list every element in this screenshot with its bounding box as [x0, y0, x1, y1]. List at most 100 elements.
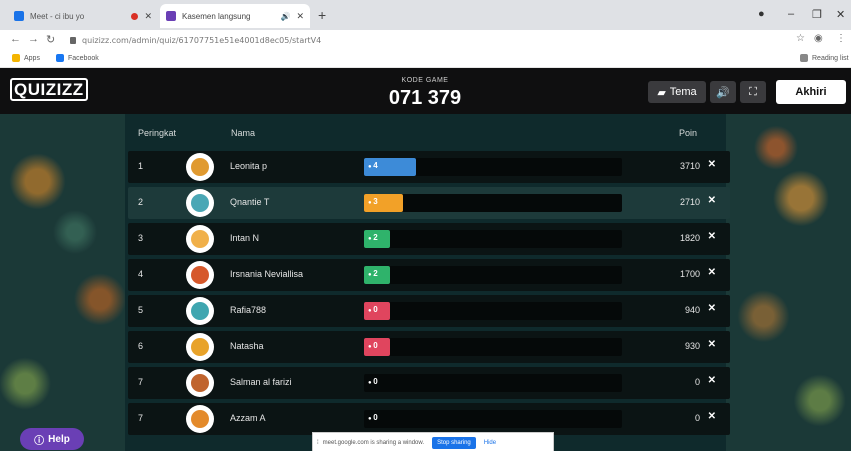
progress-track: ● 2: [364, 266, 622, 284]
bookmark-label: Facebook: [68, 54, 99, 62]
theme-icon: ▰: [657, 86, 666, 99]
avatar: [186, 189, 214, 217]
leaderboard-row: 5 Rafia788 ● 0 940 ✕: [128, 295, 730, 327]
forward-icon[interactable]: →: [28, 33, 39, 45]
remove-player-icon[interactable]: ✕: [708, 231, 716, 242]
close-window-button[interactable]: ✕: [836, 8, 845, 21]
correct-count: ● 2: [368, 269, 378, 278]
decorative-background-right: [726, 114, 851, 451]
speaker-icon[interactable]: 🔊: [280, 12, 290, 21]
fullscreen-button[interactable]: ⛶: [740, 81, 766, 103]
correct-count: ● 4: [368, 161, 378, 170]
lock-icon: [70, 36, 76, 44]
recording-icon: [131, 12, 139, 20]
column-header-points: Poin: [679, 128, 698, 138]
correct-value: 4: [373, 161, 378, 170]
stop-sharing-button[interactable]: Stop sharing: [432, 437, 476, 449]
rank-value: 2: [138, 197, 144, 207]
column-header-rank: Peringkat: [138, 128, 177, 138]
progress-track: ● 0: [364, 302, 622, 320]
player-name: Salman al farizi: [230, 377, 292, 387]
url-field[interactable]: quizizz.com/admin/quiz/61707751e51e4001d…: [70, 33, 770, 47]
quizizz-header: QUIZIZZ KODE GAME 071 379 ▰ Tema 🔊 ⛶ Akh…: [0, 68, 851, 114]
help-icon: ⓘ: [34, 435, 45, 447]
screen-share-bar: ⁞ meet.google.com is sharing a window. S…: [312, 432, 554, 451]
apps-icon: [12, 54, 20, 62]
menu-icon[interactable]: ⋮: [836, 33, 846, 44]
profile-icon[interactable]: ●: [758, 8, 765, 20]
player-name: Rafia788: [230, 305, 267, 315]
avatar: [186, 333, 214, 361]
remove-player-icon[interactable]: ✕: [708, 159, 716, 170]
progress-track: ● 0: [364, 410, 622, 428]
rank-value: 7: [138, 377, 144, 387]
bookmark-facebook[interactable]: Facebook: [56, 54, 99, 62]
bookmarks-bar: Apps Facebook Reading list: [0, 50, 851, 68]
leaderboard-row: 3 Intan N ● 2 1820 ✕: [128, 223, 730, 255]
share-grip-icon: ⁞: [317, 440, 319, 446]
progress-track: ● 3: [364, 194, 622, 212]
theme-button[interactable]: ▰ Tema: [648, 81, 706, 103]
remove-player-icon[interactable]: ✕: [708, 339, 716, 350]
correct-value: 0: [373, 341, 378, 350]
avatar-image: [191, 266, 209, 284]
points-value: 1820: [679, 233, 700, 243]
avatar: [186, 153, 214, 181]
game-code-value: 071 379: [388, 87, 462, 109]
avatar: [186, 261, 214, 289]
minimize-button[interactable]: –: [788, 8, 794, 20]
quizizz-logo: QUIZIZZ: [10, 78, 88, 101]
remove-player-icon[interactable]: ✕: [708, 411, 716, 422]
correct-value: 2: [373, 233, 378, 242]
correct-value: 2: [373, 269, 378, 278]
back-icon[interactable]: ←: [10, 33, 21, 45]
reload-icon[interactable]: ↻: [46, 33, 55, 46]
remove-player-icon[interactable]: ✕: [708, 303, 716, 314]
hide-share-bar-button[interactable]: Hide: [484, 440, 496, 446]
progress-track: ● 2: [364, 230, 622, 248]
game-code-label: KODE GAME: [401, 77, 449, 84]
reading-list-label: Reading list: [812, 54, 849, 62]
browser-tab-bar: Meet - ci ibu yo ✕ Kasemen langsung 🔊 ✕ …: [0, 0, 851, 30]
end-game-button[interactable]: Akhiri: [776, 80, 846, 104]
avatar-image: [191, 338, 209, 356]
help-button[interactable]: ⓘ Help: [20, 428, 84, 450]
theme-label: Tema: [669, 86, 697, 98]
column-header-name: Nama: [231, 128, 256, 138]
player-name: Qnantie T: [230, 197, 270, 207]
progress-track: ● 0: [364, 338, 622, 356]
player-name: Azzam A: [230, 413, 266, 423]
avatar-image: [191, 158, 209, 176]
meet-favicon-icon: [14, 11, 24, 21]
avatar-image: [191, 194, 209, 212]
logo-text: QUIZIZZ: [10, 78, 88, 101]
star-icon[interactable]: ☆: [796, 33, 805, 44]
decorative-background-left: [0, 114, 125, 451]
quizizz-favicon-icon: [166, 11, 176, 21]
avatar-image: [191, 302, 209, 320]
remove-player-icon[interactable]: ✕: [708, 195, 716, 206]
close-tab-icon[interactable]: ✕: [144, 11, 152, 22]
remove-player-icon[interactable]: ✕: [708, 375, 716, 386]
bookmark-apps[interactable]: Apps: [12, 54, 40, 62]
avatar: [186, 225, 214, 253]
volume-icon: 🔊: [716, 86, 730, 99]
close-tab-icon[interactable]: ✕: [296, 11, 304, 22]
rank-value: 5: [138, 305, 144, 315]
correct-value: 0: [373, 305, 378, 314]
leaderboard-row: 4 Irsnania Neviallisa ● 2 1700 ✕: [128, 259, 730, 291]
points-value: 930: [684, 341, 700, 351]
url-text: quizizz.com/admin/quiz/61707751e51e4001d…: [82, 35, 322, 45]
rank-value: 1: [138, 161, 144, 171]
extension-icon[interactable]: ◉: [814, 33, 823, 44]
leaderboard-row: 7 Salman al farizi ● 0 0 ✕: [128, 367, 730, 399]
browser-tab-meet[interactable]: Meet - ci ibu yo ✕: [8, 4, 158, 28]
restore-button[interactable]: ❐: [812, 8, 822, 21]
new-tab-button[interactable]: +: [318, 7, 326, 23]
remove-player-icon[interactable]: ✕: [708, 267, 716, 278]
sound-button[interactable]: 🔊: [710, 81, 736, 103]
reading-list-button[interactable]: Reading list: [800, 54, 849, 62]
facebook-icon: [56, 54, 64, 62]
correct-count: ● 0: [368, 413, 378, 422]
browser-tab-quizizz[interactable]: Kasemen langsung 🔊 ✕: [160, 4, 310, 28]
